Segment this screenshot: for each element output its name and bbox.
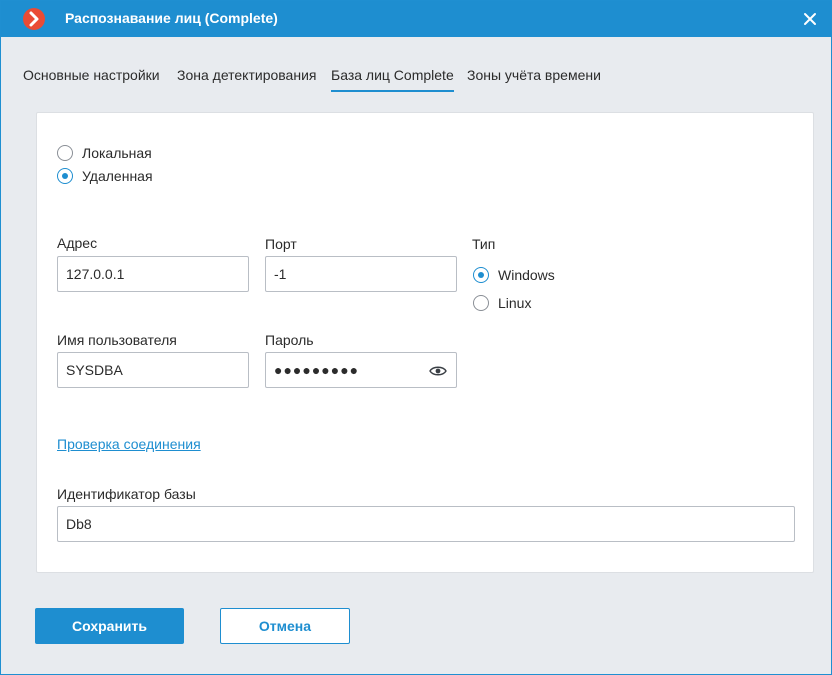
radio-remote[interactable]: Удаленная [57, 168, 153, 184]
dialog-window: Распознавание лиц (Complete) Основные на… [0, 0, 832, 675]
port-label: Порт [265, 236, 297, 252]
address-field[interactable]: 127.0.0.1 [57, 256, 249, 292]
tab-detection-zone[interactable]: Зона детектирования [177, 67, 316, 90]
check-connection-link[interactable]: Проверка соединения [57, 436, 201, 452]
radio-local-label: Локальная [82, 145, 152, 161]
radio-button[interactable] [57, 168, 73, 184]
tab-main-settings[interactable]: Основные настройки [23, 67, 160, 90]
db-id-value: Db8 [66, 516, 92, 532]
tab-face-database[interactable]: База лиц Complete [331, 67, 454, 92]
password-field[interactable]: ●●●●●●●●● [265, 352, 457, 388]
type-label: Тип [472, 236, 496, 252]
db-id-label: Идентификатор базы [57, 486, 196, 502]
username-value: SYSDBA [66, 362, 123, 378]
radio-button[interactable] [473, 295, 489, 311]
window-title: Распознавание лиц (Complete) [65, 10, 278, 26]
tab-bar: Основные настройки Зона детектирования Б… [1, 37, 831, 97]
address-value: 127.0.0.1 [66, 266, 125, 282]
radio-linux[interactable]: Linux [473, 295, 531, 311]
radio-local[interactable]: Локальная [57, 145, 152, 161]
save-button[interactable]: Сохранить [35, 608, 184, 644]
close-icon[interactable] [801, 10, 819, 28]
radio-button[interactable] [57, 145, 73, 161]
username-label: Имя пользователя [57, 332, 177, 348]
eye-icon[interactable] [429, 364, 447, 378]
cancel-button[interactable]: Отмена [220, 608, 350, 644]
port-field[interactable]: -1 [265, 256, 457, 292]
chevron-right-icon [23, 8, 45, 30]
radio-remote-label: Удаленная [82, 168, 153, 184]
radio-windows[interactable]: Windows [473, 267, 555, 283]
radio-linux-label: Linux [498, 295, 532, 311]
password-value: ●●●●●●●●● [274, 362, 360, 378]
radio-windows-label: Windows [498, 267, 555, 283]
radio-button[interactable] [473, 267, 489, 283]
tab-time-zones[interactable]: Зоны учёта времени [467, 67, 601, 90]
port-value: -1 [274, 266, 287, 282]
username-field[interactable]: SYSDBA [57, 352, 249, 388]
db-id-field[interactable]: Db8 [57, 506, 795, 542]
title-bar: Распознавание лиц (Complete) [1, 1, 831, 37]
address-label: Адрес [57, 235, 98, 251]
password-label: Пароль [265, 332, 314, 348]
